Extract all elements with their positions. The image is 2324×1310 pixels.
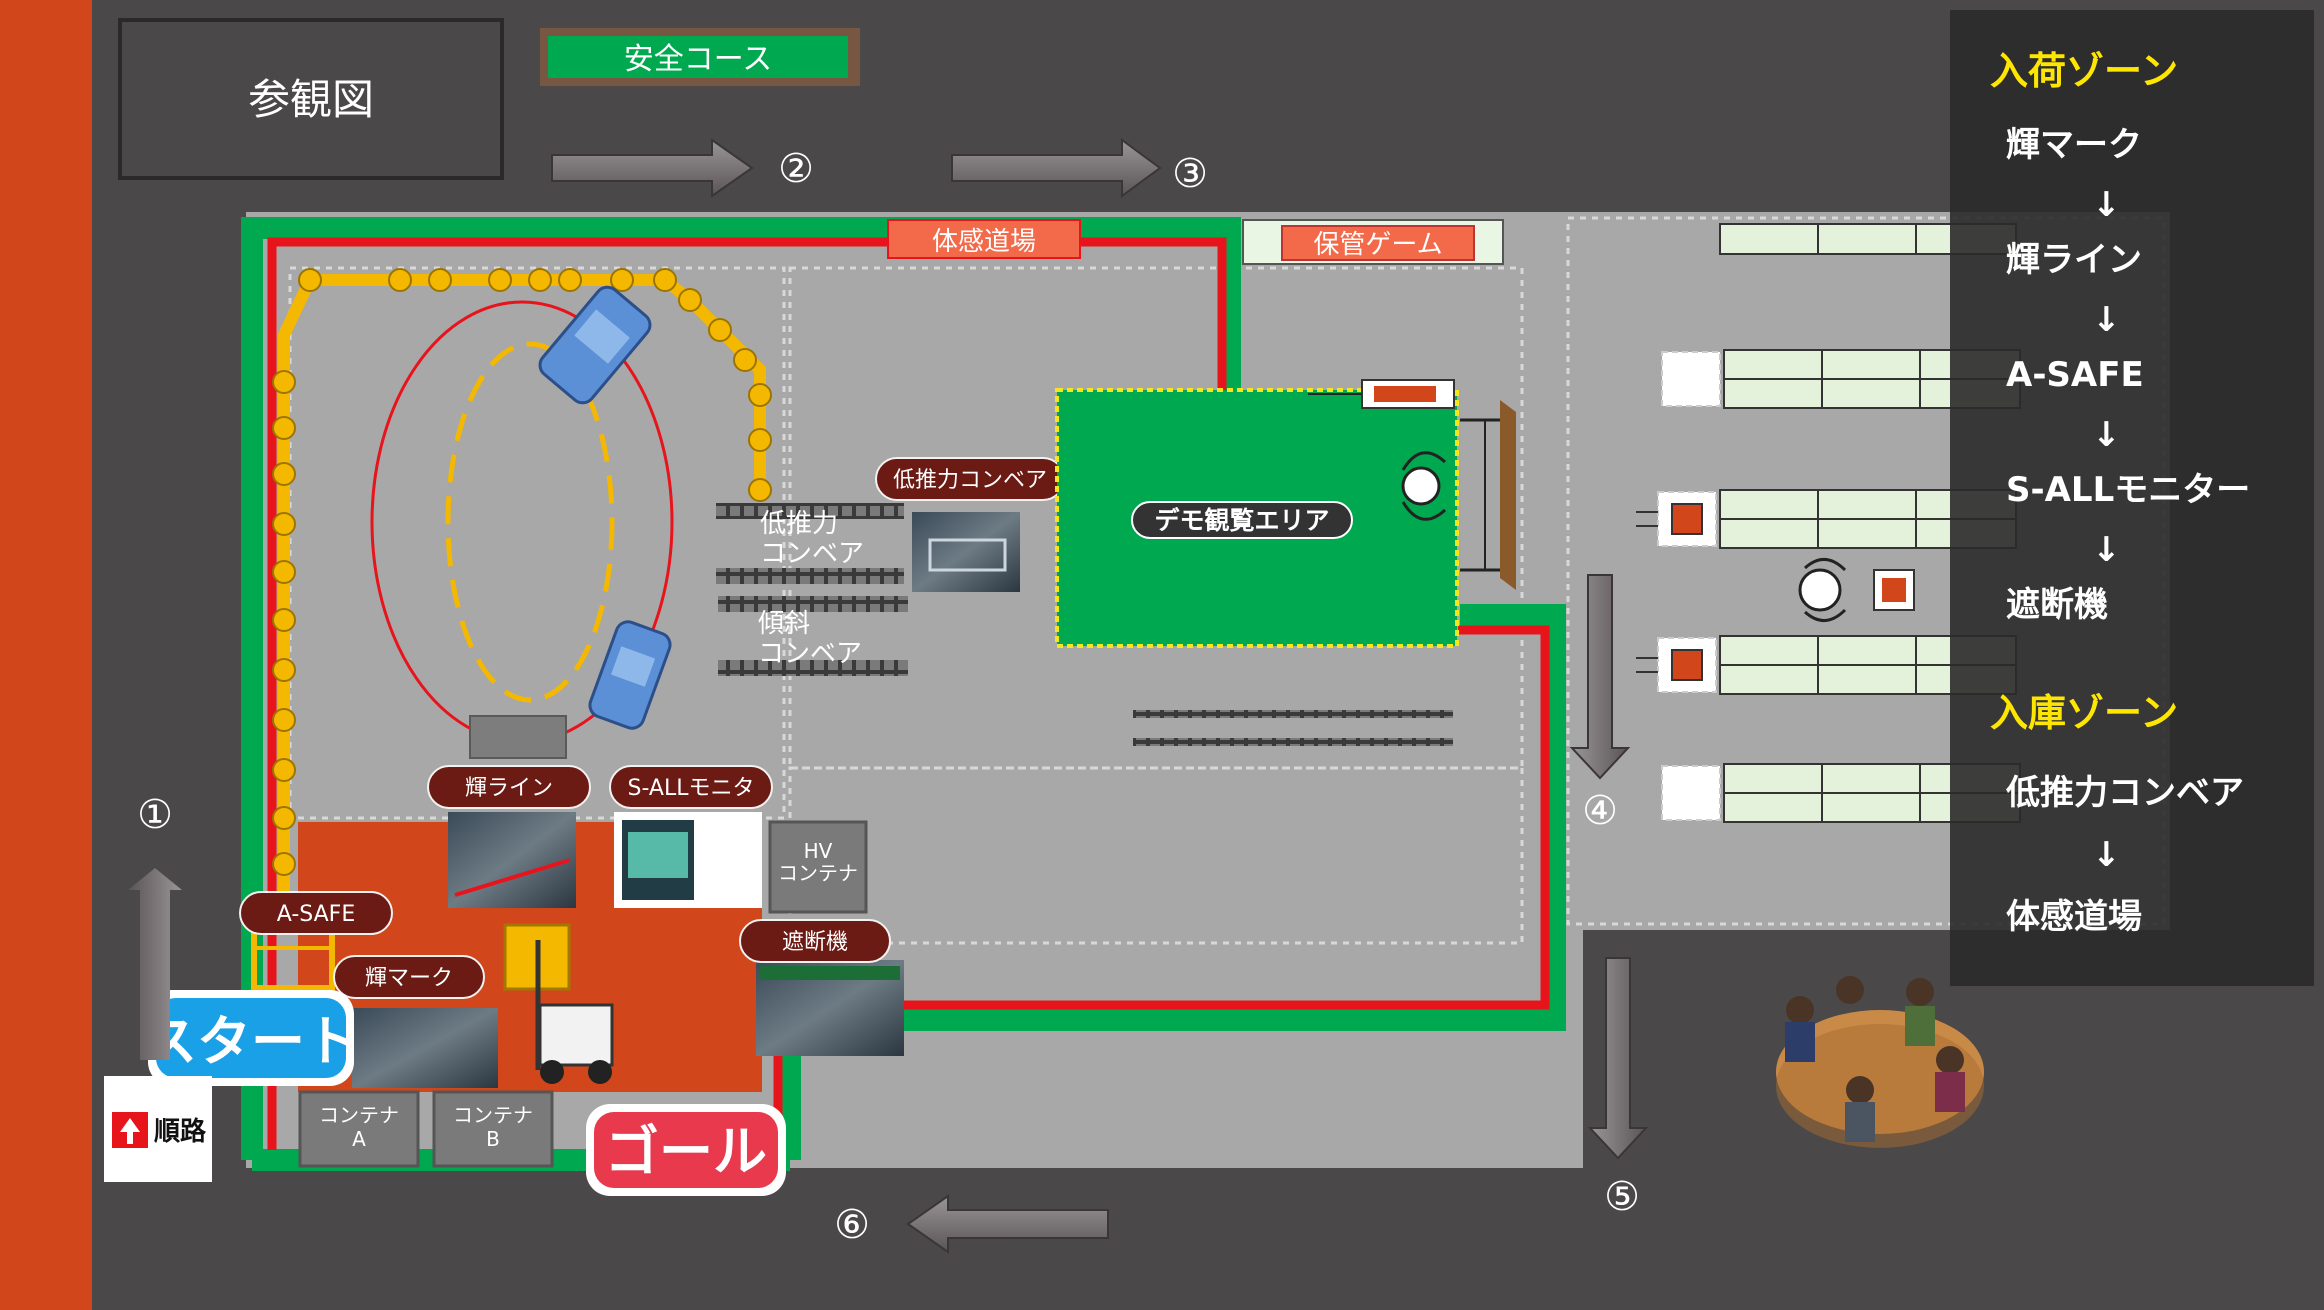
svg-text:コンテナ: コンテナ [778,861,858,885]
barrier-post [272,758,296,782]
start-badge: スタート [143,990,359,1086]
zone-item: 輝ライン [2006,240,2142,280]
kimark-photo [352,1008,498,1088]
barrier-post [488,268,512,292]
svg-text:遮断機: 遮断機 [782,930,848,955]
step-1: ① [137,792,173,838]
svg-text:スタート: スタート [143,1010,359,1073]
zone-item: S-ALLモニター [2006,470,2250,510]
barrier-post [748,428,772,452]
zone-arrow: ↓ [2092,835,2121,875]
conveyor [718,596,908,612]
barrier-post [272,852,296,876]
barrier-post [272,416,296,440]
svg-text:コンベア: コンベア [758,639,862,669]
demo-label: デモ観覧エリア [1154,506,1329,535]
barrier-post [748,383,772,407]
svg-text:S-ALLモニタ: S-ALLモニタ [628,776,755,801]
step-3: ③ [1172,151,1208,197]
course-legend-label: 安全コース [624,42,773,77]
zone-title-storage: 入庫ゾーン [1990,691,2178,735]
route-sign: 順路 [104,1076,212,1182]
step-2: ② [778,146,814,192]
person-icon [1401,466,1441,506]
barrier-post [733,348,757,372]
step-4: ④ [1582,788,1618,834]
barrier-post [272,370,296,394]
barrier-post [298,268,322,292]
barrier-post [272,512,296,536]
zone-item: 輝マーク [2006,125,2142,165]
zone-arrow: ↓ [2092,185,2121,225]
zone-arrow: ↓ [2092,530,2121,570]
kimark-tag: 輝マーク [333,955,485,999]
barrier-post [272,608,296,632]
lowforce-label: 低推力 [760,509,838,539]
svg-text:輝ライン: 輝ライン [465,776,553,801]
kiline-photo [448,812,576,908]
asafe-tag: A-SAFE [239,891,393,935]
sall-tag: S-ALLモニタ [609,765,773,809]
barrier-post [678,288,702,312]
svg-text:コンベア: コンベア [760,539,864,569]
barrier-post [748,478,772,502]
barrier-post [558,268,582,292]
zone-item: 体感道場 [2006,897,2142,937]
step-6: ⑥ [834,1202,870,1248]
zone-item: 低推力コンベア [2006,773,2244,813]
track-dock [469,715,567,759]
left-edge-strip [0,0,92,1310]
barrier-post [272,560,296,584]
barrier-post [708,318,732,342]
svg-text:HV: HV [804,839,833,863]
svg-text:輝マーク: 輝マーク [365,966,453,991]
page-title: 参観図 [248,75,374,124]
barrier-post [272,462,296,486]
svg-text:低推力コンベア: 低推力コンベア [893,468,1047,493]
conveyor [716,568,904,584]
shadan-tag: 遮断機 [739,919,891,963]
svg-text:コンテナ: コンテナ [319,1103,399,1127]
svg-text:体感道場: 体感道場 [932,227,1036,257]
kiline-tag: 輝ライン [427,765,591,809]
barrier-post [388,268,412,292]
barrier-post [272,708,296,732]
svg-text:コンテナ: コンテナ [453,1103,533,1127]
site-map: 低推力 コンベア 傾斜 コンベア 低推力コンベア デモ観覧エリア 体感道場 保管… [0,0,2324,1310]
zone-arrow: ↓ [2092,415,2121,455]
barrier-post [653,268,677,292]
svg-text:A-SAFE: A-SAFE [277,902,355,927]
goal-badge: ゴール [586,1104,786,1196]
incline-label: 傾斜 [758,609,810,639]
barrier-post [272,658,296,682]
svg-text:ゴール: ゴール [605,1120,767,1183]
zone-title-arrival: 入荷ゾーン [1990,49,2178,93]
barrier-post [272,806,296,830]
barrier-post [528,268,552,292]
viewing-stand [1500,400,1516,590]
svg-text:順路: 順路 [154,1116,207,1147]
barrier-post [428,268,452,292]
zone-arrow: ↓ [2092,300,2121,340]
svg-text:A: A [352,1127,366,1151]
svg-text:B: B [486,1127,500,1151]
zone-item: 遮断機 [2006,585,2108,625]
zone-item: A-SAFE [2006,355,2144,395]
step-5: ⑤ [1604,1174,1640,1220]
svg-text:保管ゲーム: 保管ゲーム [1313,230,1442,260]
